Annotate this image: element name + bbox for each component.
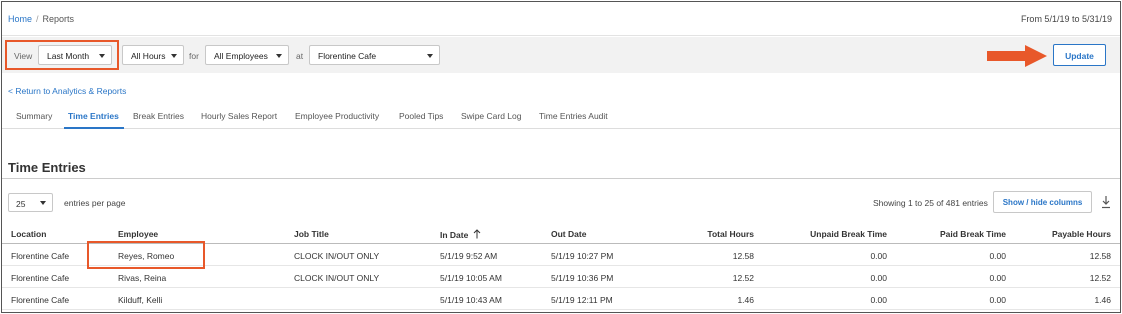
cell-payable-hours: 1.46 — [1094, 295, 1111, 305]
for-label: for — [189, 51, 199, 61]
entries-per-page-value: 25 — [16, 199, 26, 209]
top-bar: Home / Reports From 5/1/19 to 5/31/19 — [2, 2, 1120, 36]
cell-paid-break: 0.00 — [989, 251, 1006, 261]
download-icon[interactable] — [1101, 195, 1111, 209]
tab-time-entries[interactable]: Time Entries — [68, 111, 119, 121]
report-window: Home / Reports From 5/1/19 to 5/31/19 View… — [1, 1, 1121, 313]
table-row[interactable]: Florentine Cafe Kilduff, Kelli 5/1/19 10… — [2, 288, 1120, 310]
arrow-right-icon — [987, 45, 1047, 67]
table-row[interactable]: Florentine Cafe Rivas, Reina CLOCK IN/OU… — [2, 266, 1120, 288]
employees-select-value: All Employees — [214, 51, 268, 61]
cell-out-date: 5/1/19 12:11 PM — [551, 295, 613, 305]
column-header-out-date[interactable]: Out Date — [551, 229, 586, 239]
in-date-label: In Date — [440, 230, 469, 240]
column-header-paid-break-time[interactable]: Paid Break Time — [940, 229, 1006, 239]
column-header-employee[interactable]: Employee — [118, 229, 158, 239]
employees-select[interactable]: All Employees — [205, 45, 289, 65]
filter-bar: View Last Month All Hours for All Employ… — [2, 37, 1120, 73]
cell-unpaid-break: 0.00 — [870, 295, 887, 305]
cell-out-date: 5/1/19 10:36 PM — [551, 273, 614, 283]
report-tabs: Summary Time Entries Break Entries Hourl… — [2, 100, 1120, 129]
column-header-payable-hours[interactable]: Payable Hours — [1052, 229, 1111, 239]
hours-select[interactable]: All Hours — [122, 45, 184, 65]
sort-ascending-icon — [473, 229, 481, 239]
cell-total-hours: 12.58 — [732, 251, 754, 261]
cell-paid-break: 0.00 — [989, 273, 1006, 283]
hours-select-value: All Hours — [131, 51, 166, 61]
cell-location: Florentine Cafe — [11, 273, 70, 283]
active-tab-indicator — [64, 127, 124, 129]
update-button[interactable]: Update — [1053, 44, 1106, 66]
breadcrumb-current: Reports — [42, 14, 75, 24]
location-select[interactable]: Florentine Cafe — [309, 45, 440, 65]
breadcrumb: Home / Reports — [8, 14, 74, 24]
breadcrumb-home-link[interactable]: Home — [8, 14, 32, 24]
cell-unpaid-break: 0.00 — [870, 251, 887, 261]
cell-unpaid-break: 0.00 — [870, 273, 887, 283]
cell-total-hours: 12.52 — [732, 273, 754, 283]
employee-highlight-box — [87, 241, 205, 269]
cell-location: Florentine Cafe — [11, 295, 70, 305]
section-title: Time Entries — [8, 160, 86, 175]
cell-out-date: 5/1/19 10:27 PM — [551, 251, 614, 261]
cell-location: Florentine Cafe — [11, 251, 70, 261]
cell-in-date: 5/1/19 10:43 AM — [440, 295, 502, 305]
cell-in-date: 5/1/19 10:05 AM — [440, 273, 502, 283]
tab-employee-productivity[interactable]: Employee Productivity — [295, 111, 379, 121]
chevron-down-icon — [40, 201, 46, 205]
showing-entries-text: Showing 1 to 25 of 481 entries — [873, 198, 988, 208]
cell-employee: Rivas, Reina — [118, 273, 167, 283]
title-divider — [2, 178, 1120, 179]
tab-pooled-tips[interactable]: Pooled Tips — [399, 111, 443, 121]
breadcrumb-separator: / — [36, 14, 39, 24]
column-header-in-date[interactable]: In Date — [440, 229, 481, 240]
entries-per-page-select[interactable]: 25 — [8, 193, 53, 212]
column-header-total-hours[interactable]: Total Hours — [707, 229, 754, 239]
column-header-location[interactable]: Location — [11, 229, 46, 239]
entries-per-page-label: entries per page — [64, 198, 126, 208]
chevron-down-icon — [427, 54, 433, 58]
tab-swipe-card-log[interactable]: Swipe Card Log — [461, 111, 521, 121]
cell-in-date: 5/1/19 9:52 AM — [440, 251, 498, 261]
chevron-down-icon — [276, 54, 282, 58]
chevron-down-icon — [171, 54, 177, 58]
tab-summary[interactable]: Summary — [16, 111, 52, 121]
view-highlight-box — [5, 40, 119, 70]
cell-payable-hours: 12.52 — [1089, 273, 1111, 283]
cell-payable-hours: 12.58 — [1089, 251, 1111, 261]
location-select-value: Florentine Cafe — [318, 51, 377, 61]
return-link[interactable]: < Return to Analytics & Reports — [8, 86, 126, 96]
cell-employee: Kilduff, Kelli — [118, 295, 163, 305]
at-label: at — [296, 51, 304, 61]
cell-total-hours: 1.46 — [737, 295, 754, 305]
tab-break-entries[interactable]: Break Entries — [133, 111, 184, 121]
column-header-unpaid-break-time[interactable]: Unpaid Break Time — [810, 229, 887, 239]
column-header-job-title[interactable]: Job Title — [294, 229, 329, 239]
tab-time-entries-audit[interactable]: Time Entries Audit — [539, 111, 608, 121]
cell-job-title: CLOCK IN/OUT ONLY — [294, 273, 380, 283]
tab-hourly-sales-report[interactable]: Hourly Sales Report — [201, 111, 277, 121]
show-hide-columns-button[interactable]: Show / hide columns — [993, 191, 1092, 213]
cell-job-title: CLOCK IN/OUT ONLY — [294, 251, 380, 261]
date-range-label: From 5/1/19 to 5/31/19 — [1020, 14, 1112, 24]
cell-paid-break: 0.00 — [989, 295, 1006, 305]
